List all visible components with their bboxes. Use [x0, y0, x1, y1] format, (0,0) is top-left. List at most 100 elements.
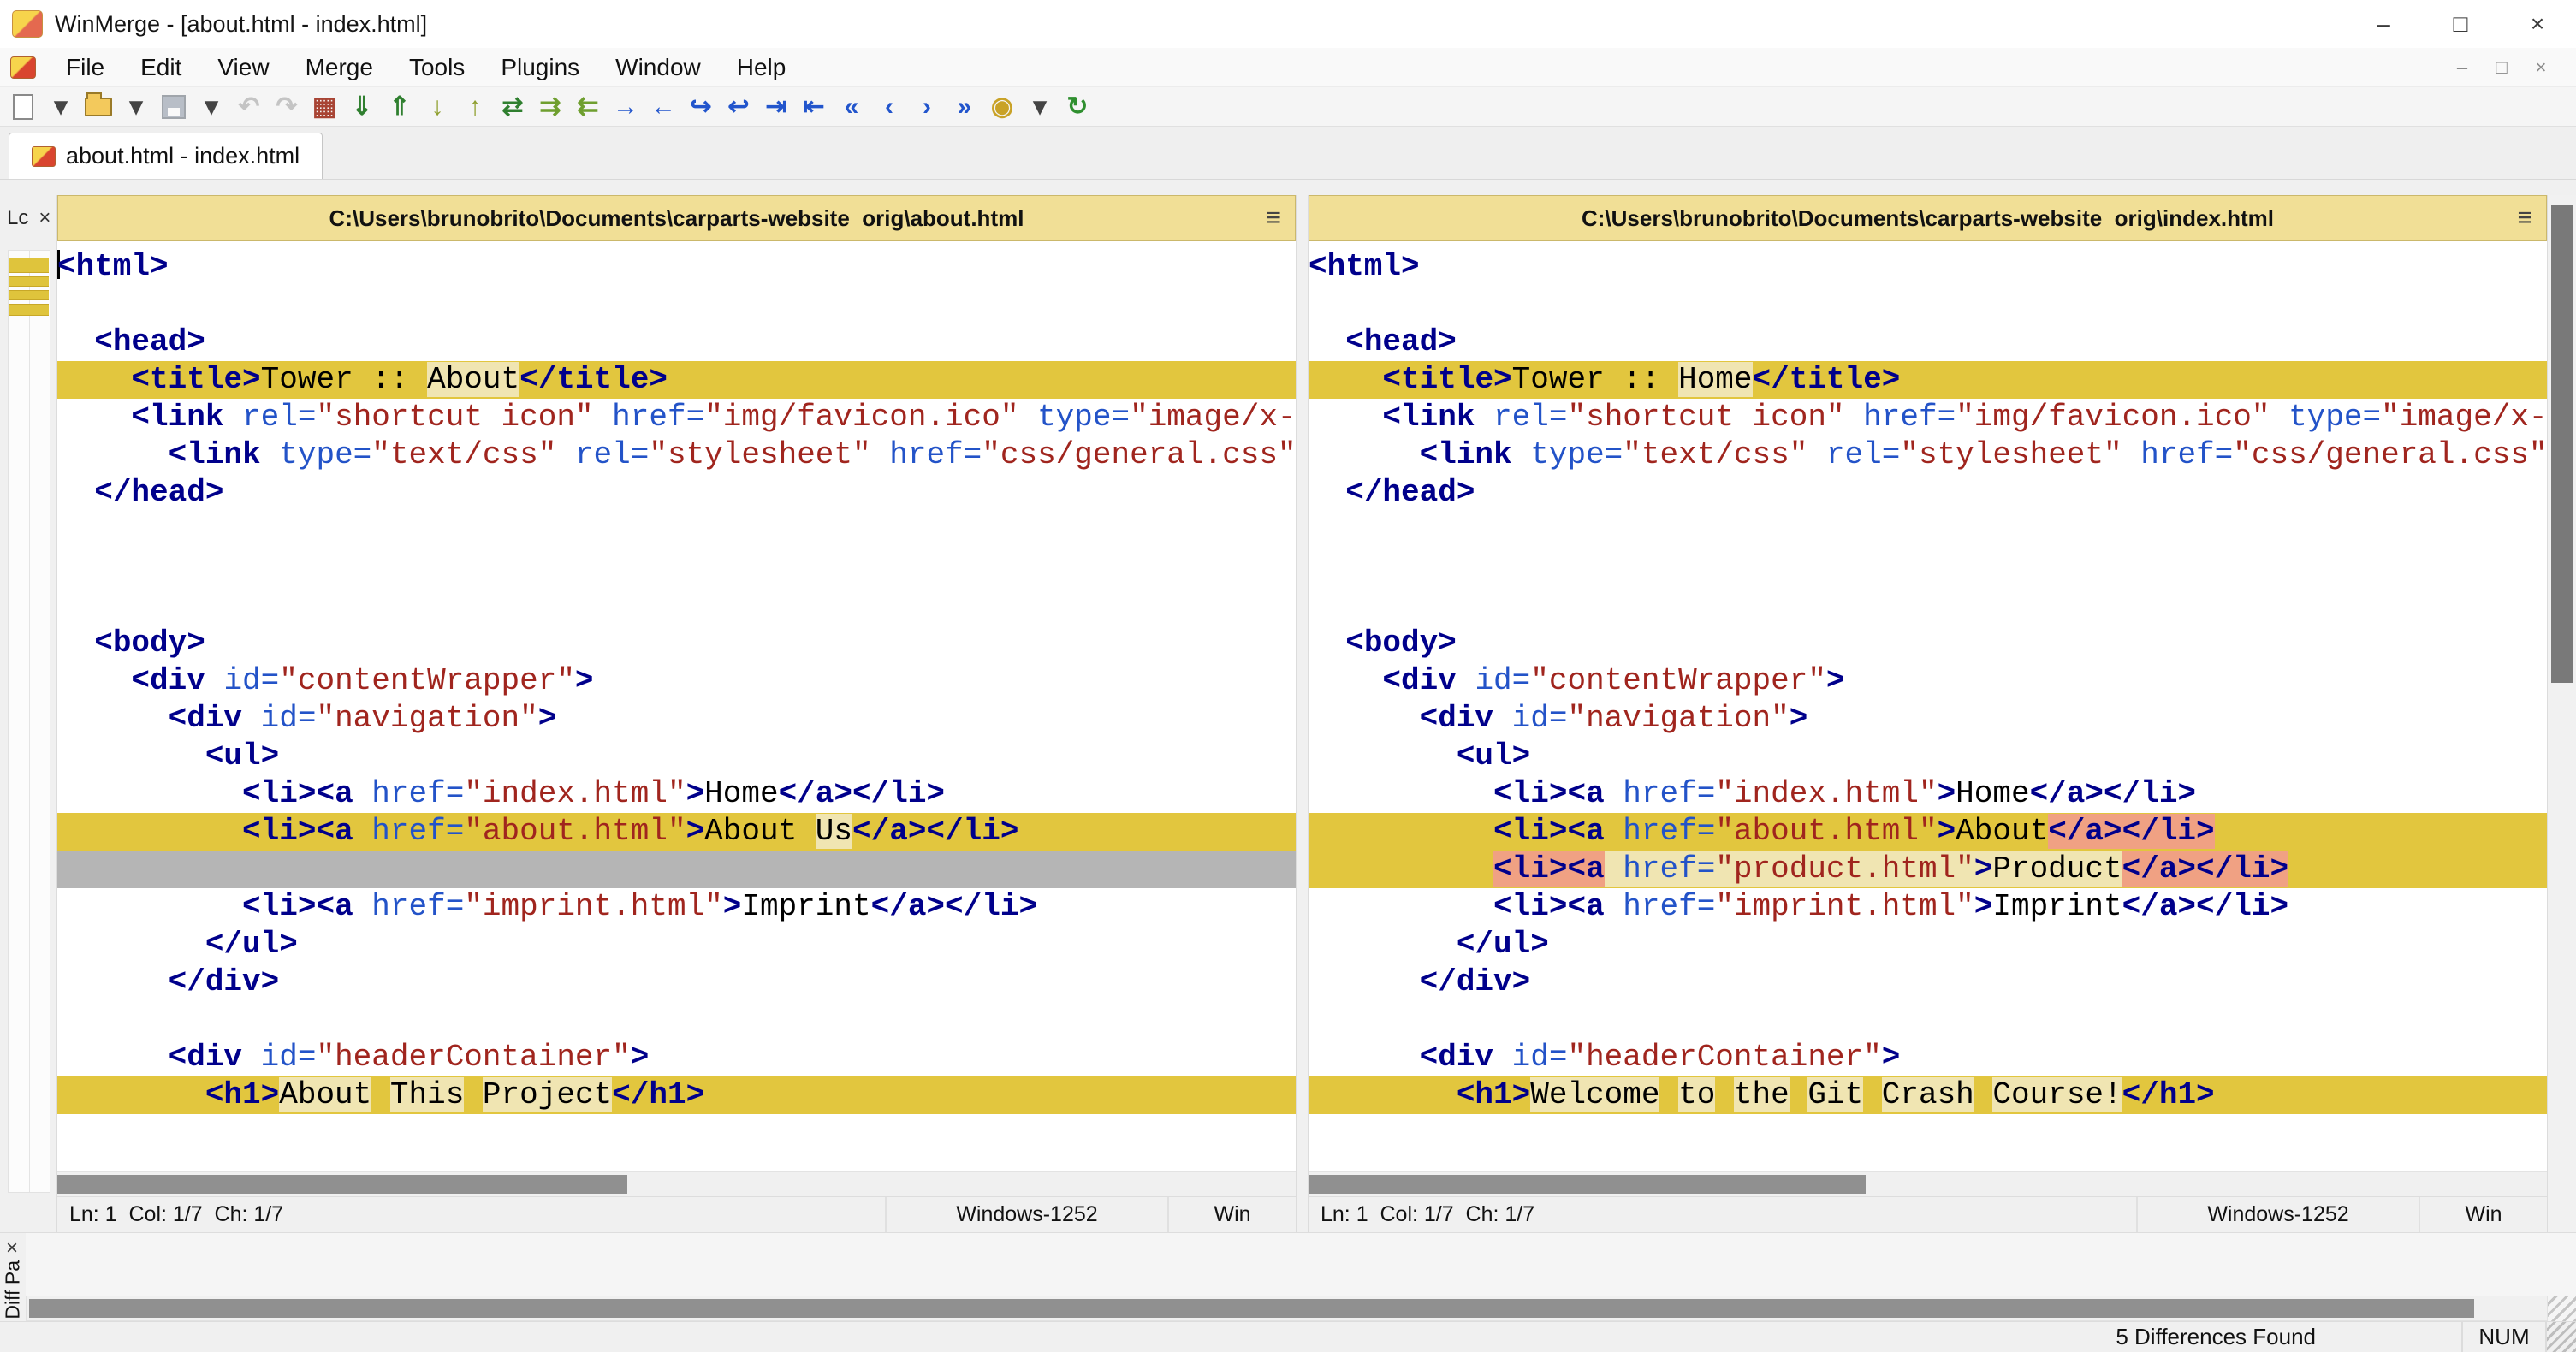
redo-button[interactable]: ↷ — [269, 89, 305, 125]
code-line[interactable] — [1309, 286, 2547, 323]
all-left-button[interactable]: ⇇ — [570, 89, 606, 125]
diff-pane-scrollbar-thumb[interactable] — [29, 1299, 2474, 1318]
code-line[interactable] — [57, 1001, 1296, 1039]
open-dropdown[interactable]: ▾ — [118, 89, 154, 125]
left-horizontal-scrollbar[interactable] — [57, 1171, 1296, 1196]
code-line[interactable]: <li><a href="imprint.html">Imprint</a></… — [57, 888, 1296, 926]
code-line[interactable]: <html> — [57, 248, 1296, 286]
previous-conflict-button[interactable]: ↩ — [721, 89, 757, 125]
code-line[interactable]: <ul> — [1309, 738, 2547, 775]
vertical-scrollbar-thumb[interactable] — [2551, 205, 2573, 683]
menu-file[interactable]: File — [48, 48, 122, 86]
new-file-dropdown[interactable]: ▾ — [43, 89, 79, 125]
left-scrollbar-thumb[interactable] — [57, 1175, 627, 1194]
code-line[interactable]: <title>Tower :: Home</title> — [1309, 361, 2547, 399]
save-button[interactable] — [156, 89, 192, 125]
code-line[interactable] — [1309, 549, 2547, 587]
copy-left-button[interactable]: ⇑ — [382, 89, 418, 125]
copy-right-and-advance-button[interactable]: ⇥ — [758, 89, 794, 125]
code-line[interactable]: <div id="headerContainer"> — [57, 1039, 1296, 1076]
left-file-header[interactable]: C:\Users\brunobrito\Documents\carparts-w… — [57, 195, 1296, 241]
code-line[interactable] — [57, 512, 1296, 549]
location-diff-marker[interactable] — [9, 304, 49, 316]
menu-help[interactable]: Help — [719, 48, 804, 86]
code-line[interactable]: <div id="headerContainer"> — [1309, 1039, 2547, 1076]
code-line[interactable]: </ul> — [1309, 926, 2547, 964]
tab-about-index[interactable]: about.html - index.html — [9, 133, 323, 179]
new-file-button[interactable] — [5, 89, 41, 125]
view-report-button[interactable]: ▦ — [306, 89, 342, 125]
last-difference-button[interactable]: » — [947, 89, 982, 125]
code-line[interactable]: <link rel="shortcut icon" href="img/favi… — [57, 399, 1296, 436]
code-line[interactable] — [1309, 587, 2547, 625]
plugins-dropdown[interactable]: ▾ — [1022, 89, 1058, 125]
code-line[interactable] — [1309, 512, 2547, 549]
all-right-button[interactable]: ⇉ — [532, 89, 568, 125]
code-line[interactable] — [57, 587, 1296, 625]
first-difference-button[interactable]: « — [834, 89, 870, 125]
location-diff-marker[interactable] — [9, 276, 49, 287]
code-line[interactable]: <li><a href="index.html">Home</a></li> — [57, 775, 1296, 813]
code-line[interactable]: <li><a href="product.html">Product</a></… — [1309, 851, 2547, 888]
code-line[interactable]: <html> — [1309, 248, 2547, 286]
next-difference-button[interactable]: → — [608, 89, 644, 125]
code-line[interactable]: <body> — [1309, 625, 2547, 662]
code-line[interactable]: <body> — [57, 625, 1296, 662]
code-line[interactable]: <li><a href="index.html">Home</a></li> — [1309, 775, 2547, 813]
left-header-menu-icon[interactable]: ≡ — [1266, 204, 1281, 233]
code-line[interactable]: </head> — [57, 474, 1296, 512]
window-resize-grip[interactable] — [2547, 1322, 2576, 1352]
code-line[interactable]: </div> — [1309, 964, 2547, 1001]
code-line[interactable] — [57, 851, 1296, 888]
auto-merge-button[interactable]: ⇄ — [495, 89, 531, 125]
code-line[interactable]: <head> — [57, 323, 1296, 361]
code-line[interactable]: <link rel="shortcut icon" href="img/favi… — [1309, 399, 2547, 436]
code-line[interactable]: <h1>About This Project</h1> — [57, 1076, 1296, 1114]
code-line[interactable]: <head> — [1309, 323, 2547, 361]
mdi-minimize-button[interactable]: – — [2442, 50, 2482, 85]
diff-pane-body[interactable] — [26, 1233, 2576, 1321]
code-line[interactable] — [1309, 1001, 2547, 1039]
undo-button[interactable]: ↶ — [231, 89, 267, 125]
code-line[interactable]: </head> — [1309, 474, 2547, 512]
menu-edit[interactable]: Edit — [122, 48, 199, 86]
previous-file-button[interactable]: ‹ — [871, 89, 907, 125]
location-pane-close-icon[interactable]: × — [39, 206, 50, 230]
copy-right-button[interactable]: ⇓ — [344, 89, 380, 125]
next-file-button[interactable]: › — [909, 89, 945, 125]
code-line[interactable]: <li><a href="imprint.html">Imprint</a></… — [1309, 888, 2547, 926]
copy-left-and-advance-button[interactable]: ⇤ — [796, 89, 832, 125]
right-horizontal-scrollbar[interactable] — [1309, 1171, 2547, 1196]
close-button[interactable]: × — [2499, 0, 2576, 48]
maximize-button[interactable]: □ — [2422, 0, 2499, 48]
location-map[interactable] — [8, 250, 50, 1193]
menu-window[interactable]: Window — [597, 48, 719, 86]
right-scrollbar-thumb[interactable] — [1309, 1175, 1867, 1194]
code-line[interactable]: <div id="navigation"> — [57, 700, 1296, 738]
refresh-button[interactable]: ↻ — [1059, 89, 1095, 125]
right-file-header[interactable]: C:\Users\brunobrito\Documents\carparts-w… — [1309, 195, 2547, 241]
code-line[interactable]: <ul> — [57, 738, 1296, 775]
diff-pane-close-icon[interactable]: × — [6, 1236, 18, 1260]
right-code-editor[interactable]: <html> <head> <title>Tower :: Home</titl… — [1309, 241, 2547, 1171]
left-code-editor[interactable]: <html> <head> <title>Tower :: About</tit… — [57, 241, 1296, 1171]
copy-all-right-button[interactable]: ↓ — [419, 89, 455, 125]
menu-view[interactable]: View — [199, 48, 287, 86]
code-line[interactable]: <link type="text/css" rel="stylesheet" h… — [1309, 436, 2547, 474]
minimize-button[interactable]: – — [2345, 0, 2422, 48]
code-line[interactable]: <div id="contentWrapper"> — [57, 662, 1296, 700]
vertical-scrollbar[interactable] — [2548, 195, 2576, 1232]
diff-pane-horizontal-scrollbar[interactable] — [26, 1296, 2548, 1321]
save-dropdown[interactable]: ▾ — [193, 89, 229, 125]
copy-all-left-button[interactable]: ↑ — [457, 89, 493, 125]
mdi-restore-button[interactable]: □ — [2482, 50, 2521, 85]
code-line[interactable]: </ul> — [57, 926, 1296, 964]
menu-merge[interactable]: Merge — [288, 48, 391, 86]
code-line[interactable]: <div id="navigation"> — [1309, 700, 2547, 738]
location-diff-marker[interactable] — [9, 258, 49, 273]
right-header-menu-icon[interactable]: ≡ — [2517, 204, 2532, 233]
open-button[interactable] — [80, 89, 116, 125]
mdi-close-button[interactable]: × — [2521, 50, 2561, 85]
code-line[interactable]: <li><a href="about.html">About Us</a></l… — [57, 813, 1296, 851]
code-line[interactable]: <link type="text/css" rel="stylesheet" h… — [57, 436, 1296, 474]
